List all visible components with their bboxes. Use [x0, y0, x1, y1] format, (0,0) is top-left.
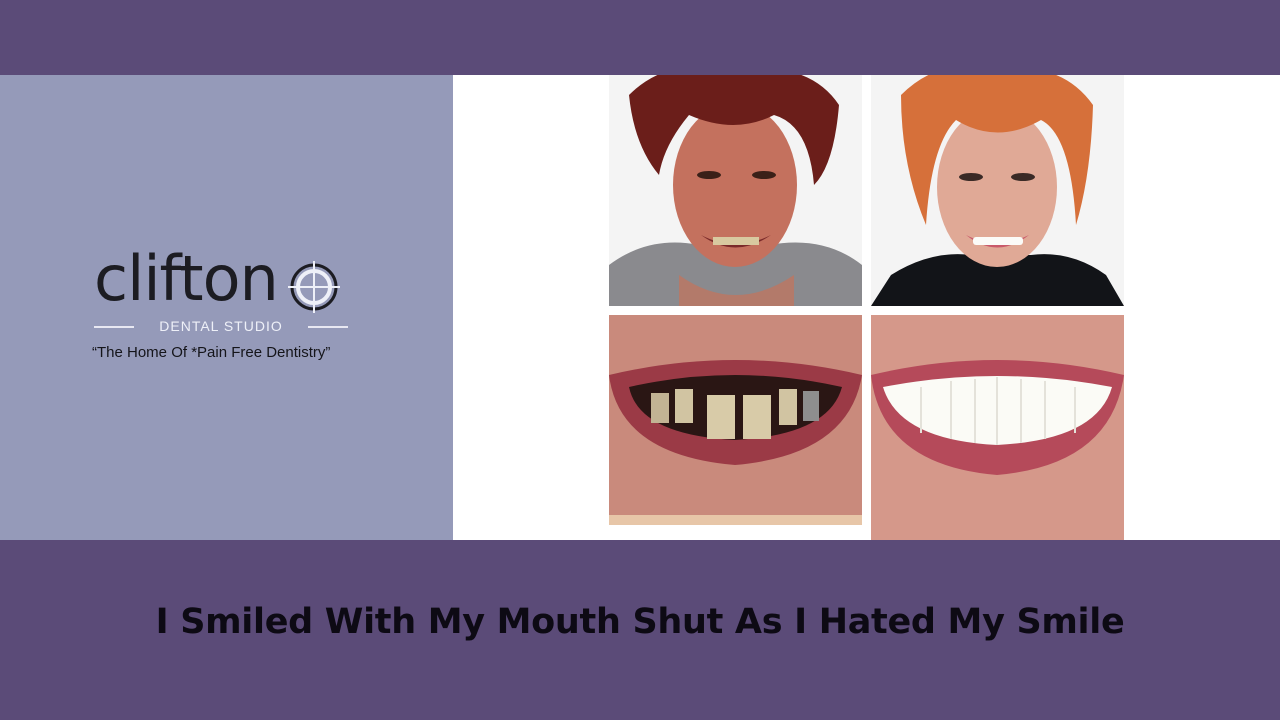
after-face-photo: [871, 75, 1124, 306]
logo-divider-right: [308, 326, 348, 328]
top-band: [0, 0, 1280, 75]
after-teeth-photo: [871, 315, 1124, 540]
logo-divider-left: [94, 326, 134, 328]
before-teeth-photo: [609, 315, 862, 525]
photo-panel: [453, 75, 1280, 540]
brand-subtitle: DENTAL STUDIO: [159, 318, 283, 334]
brand-name: clifton: [94, 242, 279, 315]
caption-text: I Smiled With My Mouth Shut As I Hated M…: [155, 602, 1125, 642]
crosshair-logo-icon: [288, 261, 340, 313]
before-face-photo: [609, 75, 862, 306]
brand-tagline: “The Home Of *Pain Free Dentistry”: [92, 344, 331, 361]
